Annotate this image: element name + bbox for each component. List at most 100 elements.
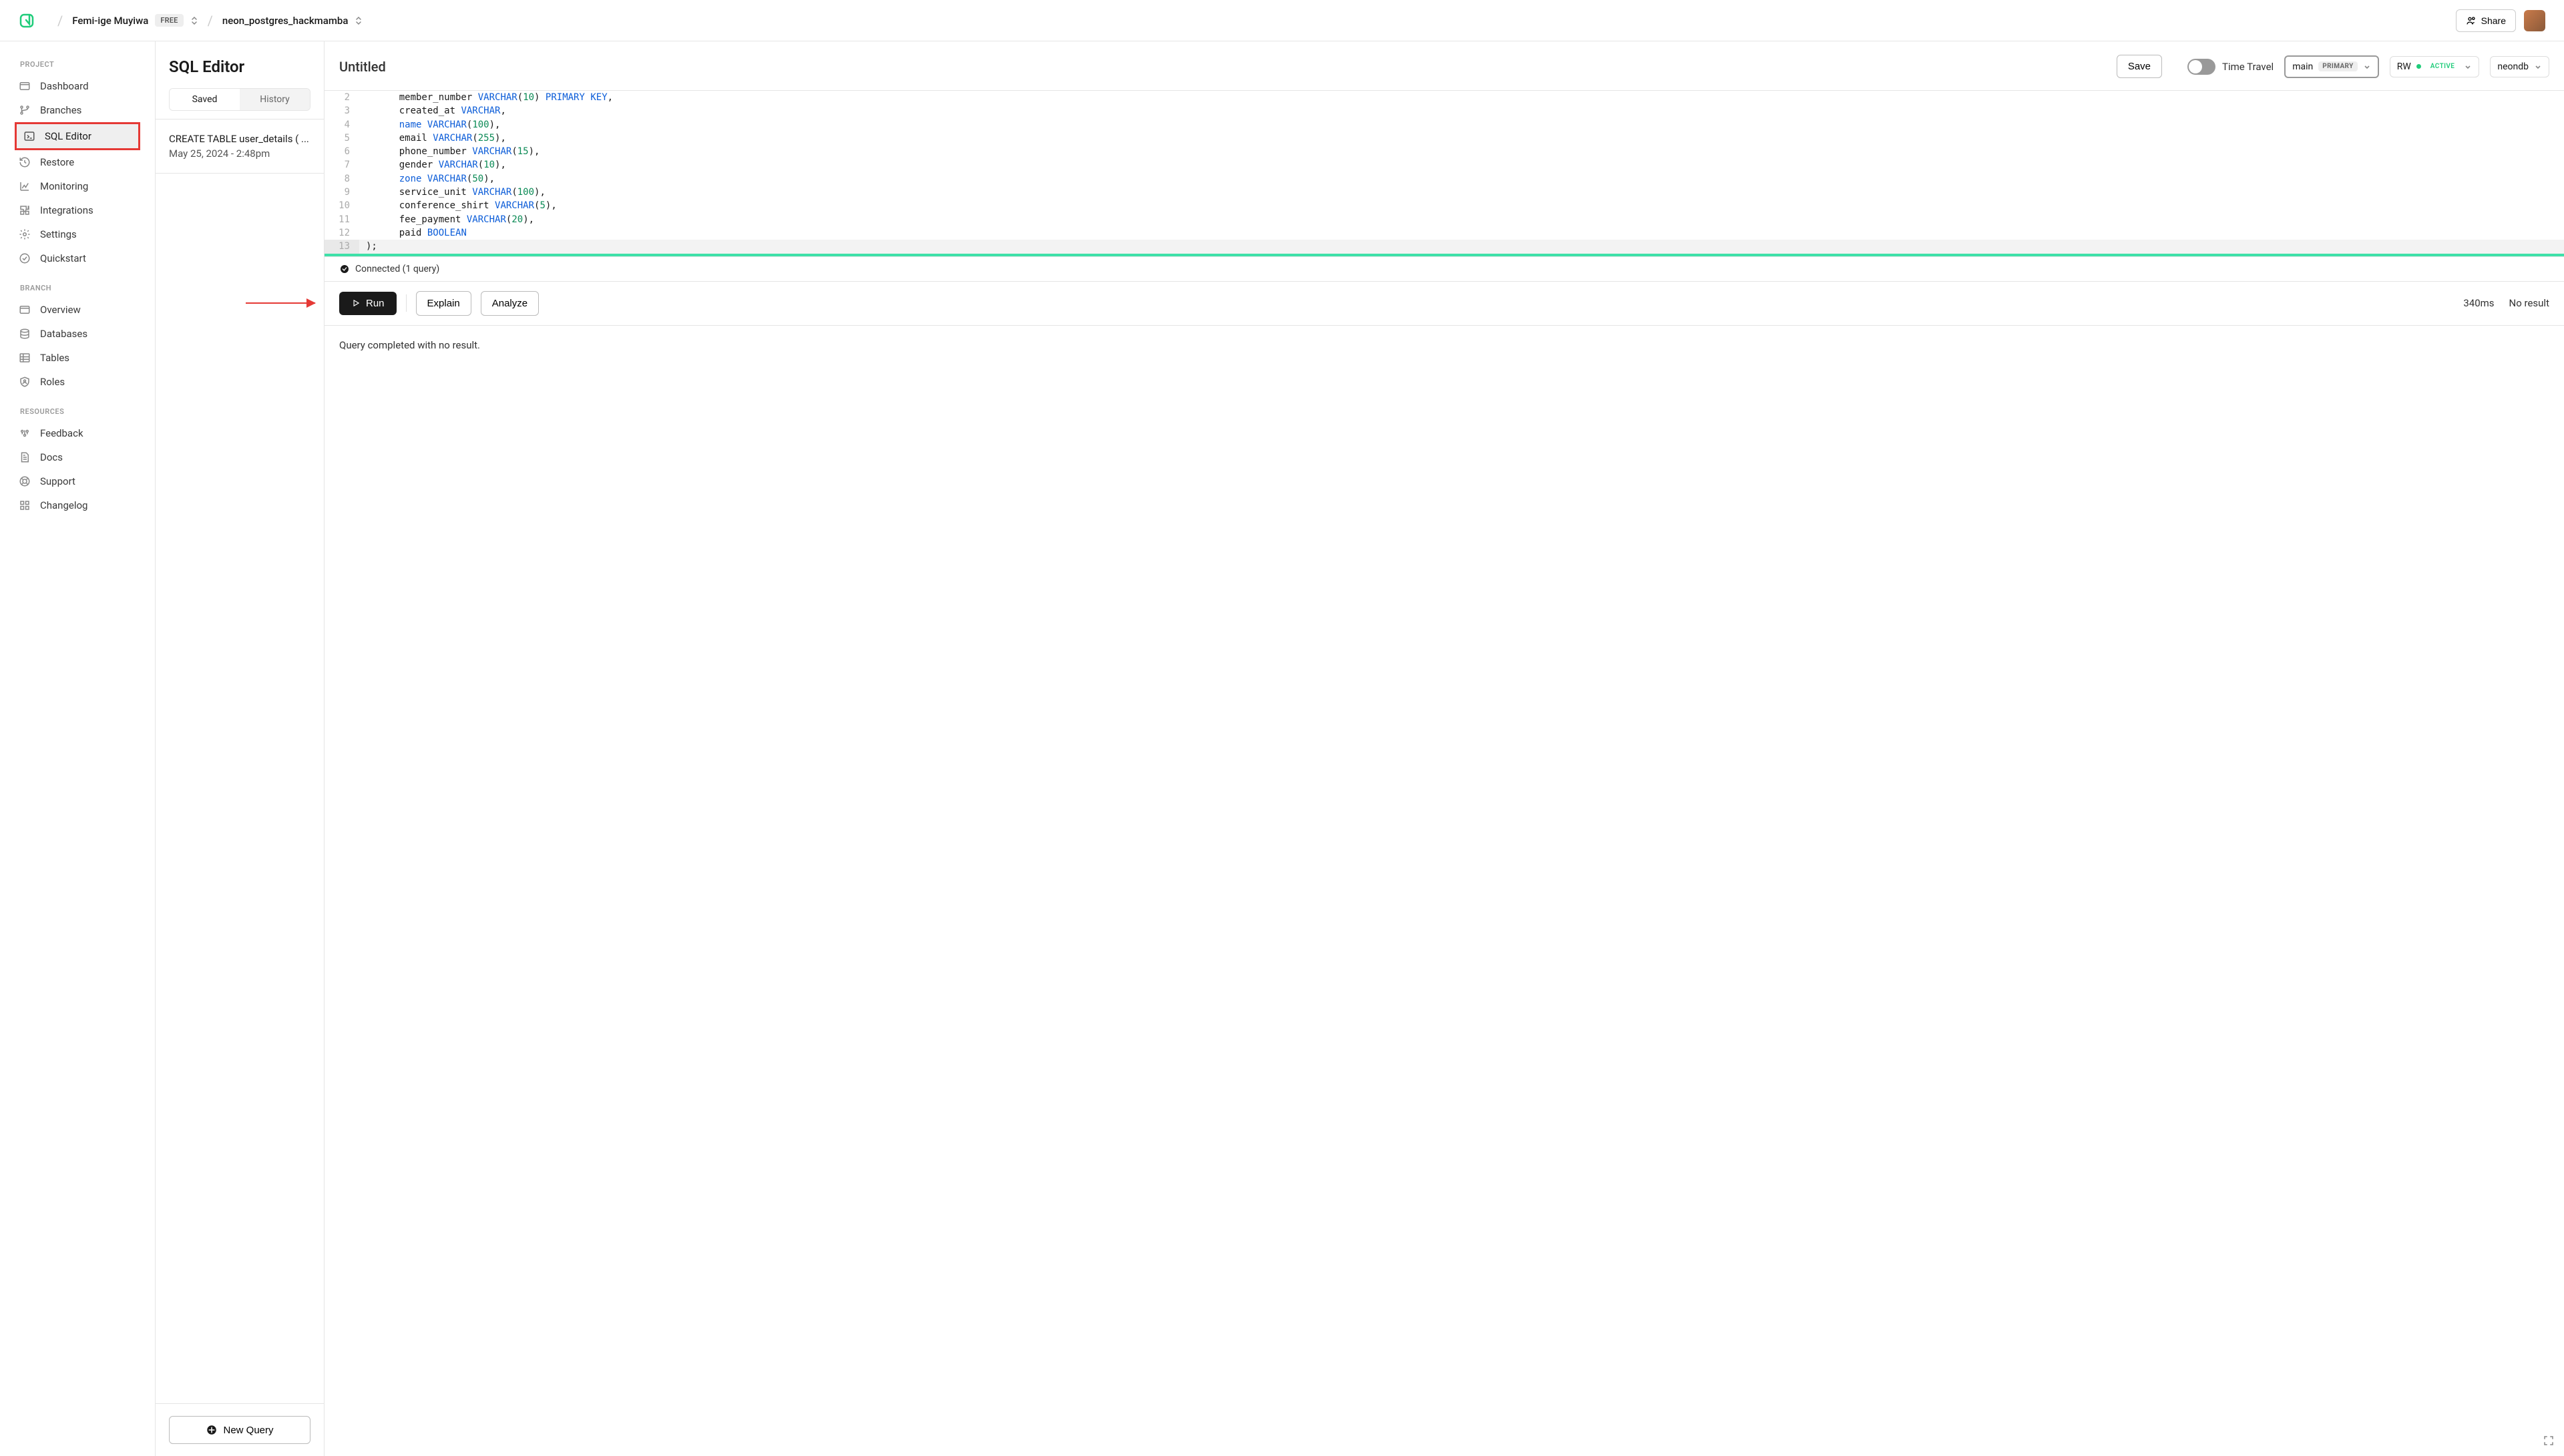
- query-title[interactable]: Untitled: [339, 59, 386, 75]
- sidebar-item-dashboard[interactable]: Dashboard: [9, 74, 146, 98]
- query-noresult: No result: [2509, 297, 2549, 309]
- time-travel-toggle[interactable]: [2187, 59, 2215, 75]
- database-icon: [19, 328, 31, 340]
- puzzle-icon: [19, 204, 31, 216]
- sidebar-item-label: Databases: [40, 328, 87, 340]
- analyze-button[interactable]: Analyze: [481, 291, 539, 316]
- updown-icon[interactable]: [355, 15, 363, 26]
- history-entry[interactable]: CREATE TABLE user_details ( ... May 25, …: [156, 119, 324, 174]
- sidebar-item-label: Feedback: [40, 427, 83, 439]
- chevron-down-icon: [2534, 63, 2542, 71]
- updown-icon[interactable]: [190, 15, 198, 26]
- sidebar-item-label: Restore: [40, 156, 74, 168]
- sidebar-item-label: Support: [40, 475, 75, 487]
- explain-button[interactable]: Explain: [416, 291, 471, 316]
- play-icon: [351, 298, 361, 308]
- new-query-button[interactable]: New Query: [169, 1416, 310, 1444]
- breadcrumb-user[interactable]: Femi-ige Muyiwa: [72, 15, 148, 27]
- sidebar-item-databases[interactable]: Databases: [9, 322, 146, 346]
- neon-logo-icon[interactable]: [19, 13, 35, 29]
- sidebar-item-restore[interactable]: Restore: [9, 150, 146, 174]
- avatar[interactable]: [2524, 10, 2545, 31]
- main-panel: Untitled Save Time Travel main PRIMARY R…: [325, 41, 2564, 1456]
- sidebar-item-label: Monitoring: [40, 180, 88, 192]
- breadcrumb-sep: /: [208, 13, 213, 29]
- sidebar-item-label: Quickstart: [40, 252, 86, 264]
- sidebar-item-label: Roles: [40, 376, 65, 388]
- share-label: Share: [2481, 15, 2506, 26]
- sidebar-item-sql-editor[interactable]: SQL Editor: [15, 122, 140, 150]
- table-icon: [19, 352, 31, 364]
- run-button[interactable]: Run: [339, 292, 397, 315]
- sidebar-item-overview[interactable]: Overview: [9, 298, 146, 322]
- database-selector[interactable]: neondb: [2490, 56, 2549, 77]
- sidebar-item-settings[interactable]: Settings: [9, 222, 146, 246]
- action-bar: Run Explain Analyze 340ms No result: [325, 282, 2564, 326]
- plan-badge: FREE: [155, 14, 183, 27]
- sidebar-item-label: Settings: [40, 228, 77, 240]
- query-duration: 340ms: [2463, 297, 2494, 309]
- sidebar-item-support[interactable]: Support: [9, 469, 146, 493]
- sidebar-item-changelog[interactable]: Changelog: [9, 493, 146, 517]
- tab-history[interactable]: History: [240, 89, 310, 110]
- check-circle-icon: [339, 264, 350, 274]
- branch-selector[interactable]: main PRIMARY: [2284, 55, 2379, 78]
- sidebar-item-label: Tables: [40, 352, 69, 364]
- run-label: Run: [366, 298, 385, 309]
- sidebar-item-label: SQL Editor: [45, 130, 91, 142]
- query-toolbar: Untitled Save Time Travel main PRIMARY R…: [325, 41, 2564, 91]
- chevron-down-icon: [2464, 63, 2472, 71]
- compute-active-badge: ACTIVE: [2426, 61, 2459, 71]
- history-timestamp: May 25, 2024 - 2:48pm: [169, 148, 310, 160]
- sidebar-section-project: PROJECT: [0, 56, 155, 74]
- fullscreen-icon[interactable]: [2543, 1435, 2555, 1447]
- sidebar-item-branches[interactable]: Branches: [9, 98, 146, 122]
- grid-icon: [19, 499, 31, 511]
- sidebar-item-docs[interactable]: Docs: [9, 445, 146, 469]
- breadcrumb-sep: /: [57, 13, 63, 29]
- chart-icon: [19, 180, 31, 192]
- sidebar-item-monitoring[interactable]: Monitoring: [9, 174, 146, 198]
- breadcrumb-project[interactable]: neon_postgres_hackmamba: [222, 15, 349, 27]
- file-icon: [19, 451, 31, 463]
- tab-saved[interactable]: Saved: [170, 89, 240, 110]
- sidebar-section-resources: RESOURCES: [0, 403, 155, 421]
- save-button[interactable]: Save: [2117, 55, 2162, 78]
- branch-primary-badge: PRIMARY: [2318, 61, 2358, 71]
- editor-column-title: SQL Editor: [156, 41, 324, 88]
- terminal-icon: [23, 130, 35, 142]
- result-panel: Query completed with no result.: [325, 326, 2564, 1456]
- sidebar-item-label: Dashboard: [40, 80, 89, 92]
- sidebar-section-branch: BRANCH: [0, 280, 155, 298]
- history-icon: [19, 156, 31, 168]
- sidebar-item-label: Branches: [40, 104, 81, 116]
- sidebar-item-quickstart[interactable]: Quickstart: [9, 246, 146, 270]
- share-button[interactable]: Share: [2456, 9, 2516, 32]
- connection-text: Connected (1 query): [355, 264, 439, 274]
- sidebar-item-label: Integrations: [40, 204, 93, 216]
- sidebar-item-tables[interactable]: Tables: [9, 346, 146, 370]
- sidebar-item-label: Overview: [40, 304, 81, 316]
- sql-editor-textarea[interactable]: 2 member_number VARCHAR(10) PRIMARY KEY,…: [325, 91, 2564, 254]
- topbar: / Femi-ige Muyiwa FREE / neon_postgres_h…: [0, 0, 2564, 41]
- sidebar-item-roles[interactable]: Roles: [9, 370, 146, 394]
- sidebar-item-integrations[interactable]: Integrations: [9, 198, 146, 222]
- branch-name: main: [2292, 61, 2313, 72]
- sidebar-item-label: Changelog: [40, 499, 87, 511]
- rw-label: RW: [2397, 61, 2411, 72]
- status-dot-icon: [2416, 64, 2421, 69]
- saved-history-tabs: Saved History: [169, 88, 310, 111]
- sliders-icon: [19, 427, 31, 439]
- sidebar: PROJECT Dashboard Branches SQL Editor Re…: [0, 41, 155, 1456]
- db-name: neondb: [2497, 61, 2529, 72]
- history-query-text: CREATE TABLE user_details ( ...: [169, 133, 310, 145]
- sidebar-item-feedback[interactable]: Feedback: [9, 421, 146, 445]
- time-travel-label: Time Travel: [2222, 61, 2274, 73]
- check-circle-icon: [19, 252, 31, 264]
- annotation-arrow-icon: [246, 302, 315, 304]
- compute-selector[interactable]: RW ACTIVE: [2390, 56, 2480, 77]
- users-icon: [2466, 15, 2477, 26]
- lifebuoy-icon: [19, 475, 31, 487]
- branch-icon: [19, 104, 31, 116]
- sidebar-item-label: Docs: [40, 451, 63, 463]
